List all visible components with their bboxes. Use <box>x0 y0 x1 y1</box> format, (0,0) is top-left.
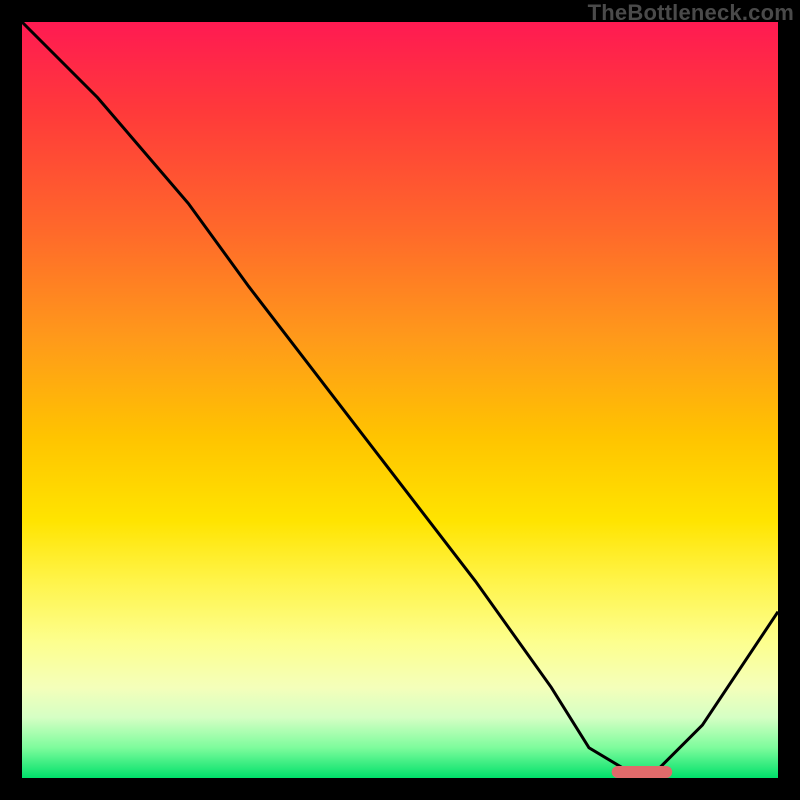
plot-area <box>22 22 778 778</box>
chart-stage: TheBottleneck.com <box>0 0 800 800</box>
optimal-range-marker <box>612 766 673 778</box>
watermark-text: TheBottleneck.com <box>588 0 794 26</box>
optimal-marker-layer <box>22 22 778 778</box>
